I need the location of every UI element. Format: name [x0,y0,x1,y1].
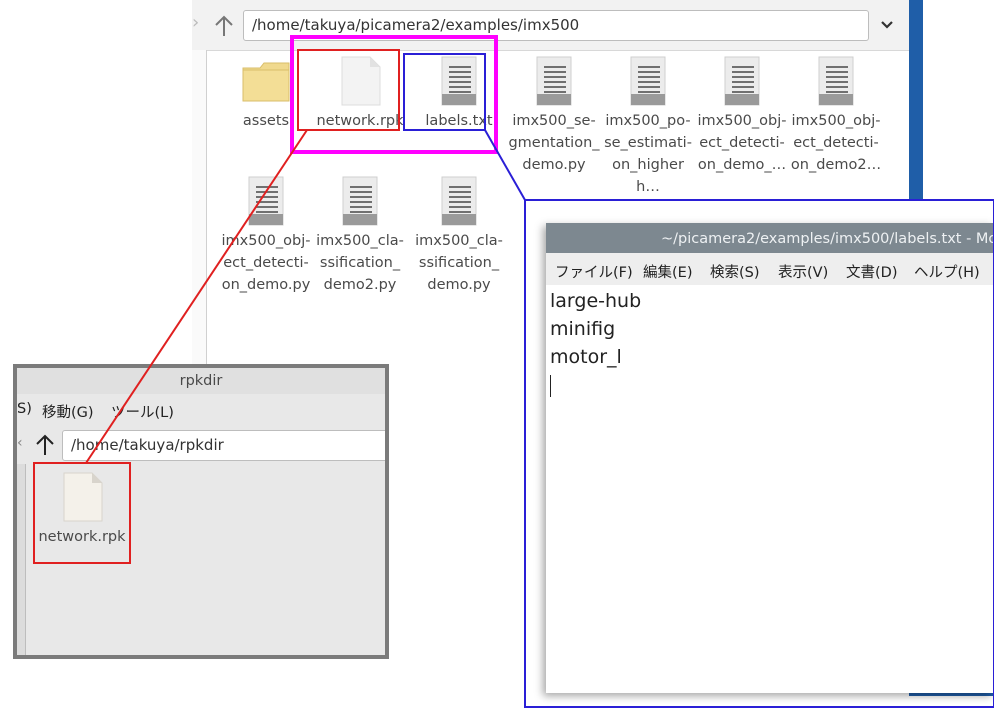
blue-highlight-box-editor [524,199,994,708]
blue-connector-line [484,129,526,201]
blue-highlight-box-labels [403,53,486,131]
red-highlight-box-rpkdir [33,462,131,564]
red-connector-line [85,129,308,464]
red-highlight-box-network [297,49,400,131]
annotation-overlay [33,35,994,708]
